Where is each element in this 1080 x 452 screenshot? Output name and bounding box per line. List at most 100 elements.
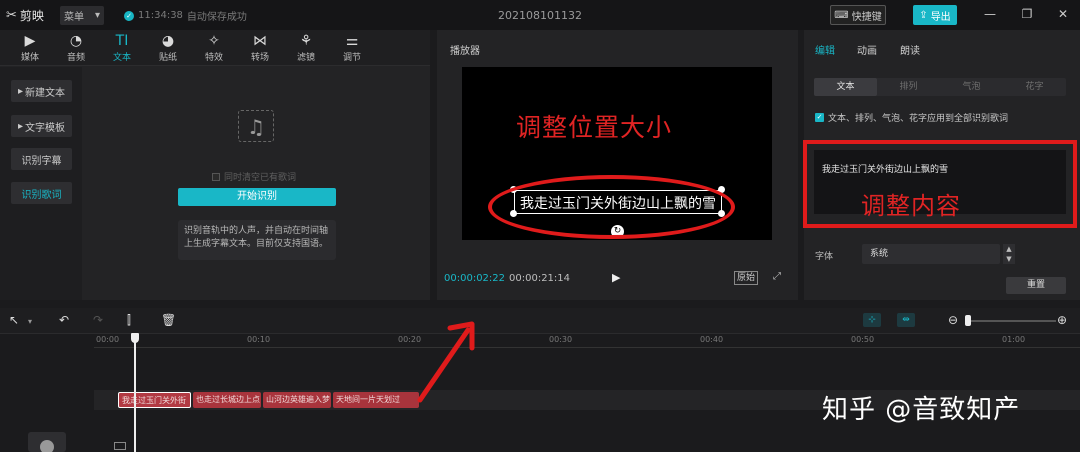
ruler-tick: 01:00: [1002, 335, 1026, 344]
adjust-icon: ⚌: [345, 33, 359, 49]
subtab-arrange[interactable]: 排列: [877, 78, 940, 96]
lyric-clip[interactable]: 山河边英雄遍入梦: [263, 392, 331, 408]
stepper-icon[interactable]: ▲ ▼: [1003, 244, 1015, 264]
current-time: 00:00:02:22: [444, 273, 506, 284]
zoom-out-icon[interactable]: ⊖: [948, 313, 958, 327]
recognize-subtitle-button[interactable]: 识别字幕: [11, 148, 72, 170]
tab-adjust[interactable]: ⚌ 调节: [332, 32, 372, 63]
subtab-bubble[interactable]: 气泡: [940, 78, 1003, 96]
tab-filter[interactable]: ⚘ 滤镜: [286, 32, 326, 63]
sticker-icon: ◕: [161, 33, 175, 49]
text-template-button[interactable]: ▸ 文字模板: [11, 115, 72, 137]
save-status: ✓ 11:34:38 自动保存成功: [124, 8, 247, 23]
zoom-slider-track[interactable]: [966, 320, 1056, 322]
tab-label: 滤镜: [296, 53, 315, 63]
tab-label: 贴纸: [158, 53, 177, 63]
maximize-icon[interactable]: ❐: [1019, 7, 1035, 21]
tab-media[interactable]: ▶ 媒体: [10, 32, 50, 63]
ruler-tick: 00:00: [96, 335, 120, 344]
caret-right-icon: ▸: [17, 120, 24, 132]
menu-button[interactable]: 菜单 ▾: [60, 6, 104, 25]
ruler-tick: 00:40: [700, 335, 724, 344]
tab-sticker[interactable]: ◕ 贴纸: [148, 32, 188, 63]
side-label: 文字模板: [25, 122, 66, 134]
chevron-down-icon[interactable]: ▾: [28, 317, 32, 326]
zoom-slider-knob[interactable]: [965, 315, 971, 326]
tab-text[interactable]: TI 文本: [102, 32, 142, 63]
save-time: 11:34:38: [138, 10, 183, 21]
export-icon: ⇪: [919, 9, 928, 21]
export-button[interactable]: ⇪ 导出: [913, 5, 957, 25]
add-track-button[interactable]: [28, 432, 66, 452]
side-label: 新建文本: [25, 87, 66, 99]
lyrics-recognize-icon: ♫: [238, 110, 274, 142]
zoom-in-icon[interactable]: ⊕: [1057, 313, 1067, 327]
video-track-icon: [114, 442, 126, 450]
media-icon: ▶: [24, 33, 36, 49]
auto-snap-icon[interactable]: ⊹: [863, 313, 881, 327]
subtab-text[interactable]: 文本: [814, 78, 877, 96]
redo-icon: ↷: [93, 313, 104, 327]
new-text-button[interactable]: ▸ 新建文本: [11, 80, 72, 102]
tab-effects[interactable]: ✧ 特效: [194, 32, 234, 63]
filter-icon: ⚘: [299, 33, 313, 49]
check-icon: ✓: [815, 113, 824, 122]
lyric-clip[interactable]: 也走过长城边上点: [193, 392, 261, 408]
shortcut-button[interactable]: ⌨ 快捷键: [830, 5, 886, 25]
checkbox-box: [212, 172, 220, 181]
tab-audio[interactable]: ◔ 音频: [56, 32, 96, 63]
start-recognize-button[interactable]: 开始识别: [178, 188, 336, 206]
undo-icon[interactable]: ↶: [59, 313, 69, 327]
subtab-fancy[interactable]: 花字: [1003, 78, 1066, 96]
player-title: 播放器: [450, 46, 480, 57]
recognize-description: 识别音轨中的人声，并自动在时间轴上生成字幕文本。目前仅支持国语。: [178, 220, 336, 260]
tab-animation[interactable]: 动画: [857, 42, 877, 57]
split-icon[interactable]: ⫿: [127, 313, 131, 328]
tab-label: 媒体: [20, 53, 39, 63]
annotation-arrow: [417, 321, 475, 403]
select-cursor-icon[interactable]: ↖: [9, 313, 19, 327]
project-title: 202108101132: [498, 9, 582, 22]
save-status-text: 自动保存成功: [186, 12, 247, 23]
tab-label: 转场: [250, 53, 269, 63]
apply-all-checkbox[interactable]: ✓ 文本、排列、气泡、花字应用到全部识别歌词: [815, 111, 1008, 124]
playhead-handle[interactable]: [131, 333, 139, 343]
font-select[interactable]: 系统: [862, 244, 1000, 264]
lyric-clip[interactable]: 天地间一片天划过: [333, 392, 419, 408]
lyric-clip[interactable]: 我走过玉门关外街: [118, 392, 191, 408]
ruler-tick: 00:50: [851, 335, 875, 344]
audio-icon: ◔: [69, 33, 83, 49]
effects-icon: ✧: [208, 33, 220, 49]
delete-icon[interactable]: 🗑: [161, 313, 176, 327]
total-time: 00:00:21:14: [509, 273, 571, 284]
app-logo: ✂ 剪映: [6, 7, 44, 24]
apply-all-label: 文本、排列、气泡、花字应用到全部识别歌词: [828, 114, 1009, 124]
add-icon: [40, 440, 54, 452]
tab-label: 文本: [112, 53, 131, 63]
ruler-tick: 00:10: [247, 335, 271, 344]
check-icon: ✓: [124, 10, 134, 21]
play-icon[interactable]: ▶: [612, 271, 620, 284]
annotation-content: 调整内容: [861, 192, 961, 220]
text-icon: TI: [115, 33, 129, 49]
menu-label: 菜单: [64, 12, 84, 23]
tab-label: 调节: [342, 53, 361, 63]
clear-lyrics-checkbox[interactable]: 同时清空已有歌词: [212, 170, 296, 183]
recognize-lyrics-button[interactable]: 识别歌词: [11, 182, 72, 204]
keyboard-icon: ⌨: [834, 9, 849, 21]
ratio-original-button[interactable]: 原始: [734, 271, 759, 285]
link-icon[interactable]: ⇹: [897, 313, 915, 327]
close-icon[interactable]: ✕: [1055, 7, 1071, 21]
fullscreen-icon[interactable]: ⤢: [773, 271, 781, 282]
tab-label: 特效: [204, 53, 223, 63]
tab-transition[interactable]: ⋈ 转场: [240, 32, 280, 63]
time-ruler[interactable]: [94, 334, 1080, 348]
playhead[interactable]: [134, 334, 136, 452]
font-label: 字体: [815, 252, 834, 262]
reset-button[interactable]: 重置: [1006, 277, 1066, 294]
tab-read-aloud[interactable]: 朗读: [900, 42, 920, 57]
app-name: 剪映: [19, 9, 44, 23]
minimize-icon[interactable]: —: [982, 7, 998, 21]
side-label: 识别歌词: [21, 189, 62, 201]
tab-edit[interactable]: 编辑: [815, 42, 835, 57]
